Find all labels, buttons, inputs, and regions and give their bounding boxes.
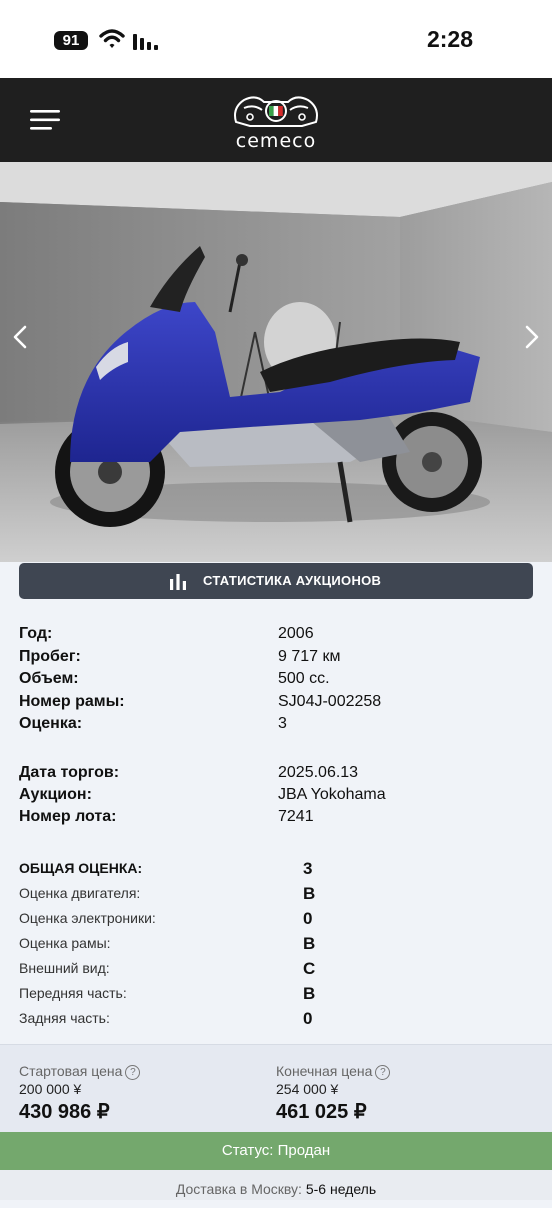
vehicle-photo[interactable] (0, 162, 552, 562)
spec-label: Объем: (19, 670, 79, 687)
spec-label: Год: (19, 625, 53, 642)
final-price-yen: 254 000 ¥ (276, 1081, 339, 1097)
spec-value: 9 717 км (278, 648, 341, 665)
scooter-photo-illustration (0, 162, 552, 562)
delivery-label: Доставка в Москву: (175, 1181, 302, 1197)
delivery-info: Доставка в Москву: 5-6 недель (0, 1170, 552, 1200)
spec-label: Номер рамы: (19, 693, 125, 710)
auction-label: Аукцион: (19, 786, 92, 803)
grade-value: 0 (303, 1009, 313, 1028)
grade-value: 3 (303, 859, 313, 878)
auction-label: Номер лота: (19, 808, 117, 825)
grade-label: ОБЩАЯ ОЦЕНКА: (19, 860, 143, 876)
sale-status-banner: Статус: Продан (0, 1132, 552, 1170)
grade-label: Внешний вид: (19, 960, 110, 976)
grade-label: Оценка рамы: (19, 935, 111, 951)
help-icon[interactable]: ? (375, 1065, 391, 1080)
final-price-label: Конечная цена (276, 1063, 373, 1079)
grade-label: Оценка электроники: (19, 910, 156, 926)
final-price-label-row: Конечная цена? (276, 1063, 516, 1081)
stats-button-label: СТАТИСТИКА АУКЦИОНОВ (203, 573, 382, 588)
signal-icon (133, 34, 158, 50)
grade-label: Задняя часть: (19, 1010, 110, 1026)
auction-value: JBA Yokohama (278, 786, 386, 803)
grade-value: B (303, 934, 316, 953)
grade-value: 0 (303, 909, 313, 928)
spec-value: SJ04J-002258 (278, 693, 382, 710)
auction-value: 7241 (278, 808, 314, 825)
start-price-label: Стартовая цена (19, 1063, 123, 1079)
final-price-rub: 461 025 ₽ (276, 1101, 367, 1123)
spec-value: 500 сс. (278, 670, 330, 687)
chevron-left-icon[interactable] (8, 322, 32, 352)
start-price-rub: 430 986 ₽ (19, 1101, 110, 1123)
grade-label: Передняя часть: (19, 985, 127, 1001)
spec-label: Оценка: (19, 715, 83, 732)
hamburger-menu-icon[interactable] (30, 109, 62, 131)
spec-label: Пробег: (19, 648, 81, 665)
grade-value: C (303, 959, 316, 978)
battery-indicator: 91 (54, 31, 88, 50)
start-price-label-row: Стартовая цена? (19, 1063, 259, 1081)
logo-emblem-icon (234, 96, 318, 127)
help-icon[interactable]: ? (125, 1065, 141, 1080)
auction-value: 2025.06.13 (278, 764, 359, 781)
start-price-block: Стартовая цена? 200 000 ¥ 430 986 ₽ (19, 1063, 259, 1124)
chevron-right-icon[interactable] (520, 322, 544, 352)
wifi-icon (99, 29, 125, 48)
site-logo[interactable]: cemeco (226, 90, 326, 152)
auction-stats-button[interactable]: СТАТИСТИКА АУКЦИОНОВ (19, 563, 533, 599)
spec-value: 3 (278, 715, 287, 732)
grade-value: B (303, 884, 316, 903)
phone-status-bar: 91 2:28 (0, 0, 552, 78)
clock: 2:28 (426, 26, 474, 52)
auction-label: Дата торгов: (19, 764, 120, 781)
grade-label: Оценка двигателя: (19, 885, 141, 901)
logo-wordmark: cemeco (235, 130, 317, 152)
delivery-value: 5-6 недель (305, 1181, 377, 1197)
final-price-block: Конечная цена? 254 000 ¥ 461 025 ₽ (276, 1063, 516, 1124)
grade-value: B (303, 984, 316, 1003)
spec-value: 2006 (278, 625, 314, 642)
bar-chart-icon (170, 574, 186, 590)
start-price-yen: 200 000 ¥ (19, 1081, 82, 1097)
